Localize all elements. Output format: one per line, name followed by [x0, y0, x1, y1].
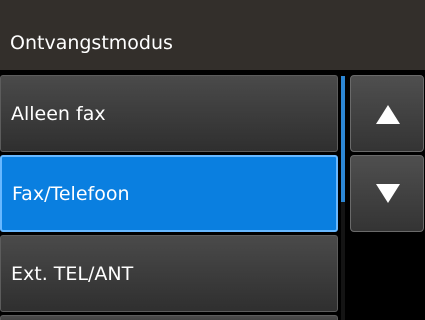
- scroll-up-button[interactable]: [350, 75, 424, 152]
- page-title: Ontvangstmodus: [10, 32, 173, 54]
- triangle-up-icon: [376, 105, 400, 124]
- header-bar: Ontvangstmodus: [0, 0, 425, 70]
- option-label: Alleen fax: [11, 102, 106, 125]
- option-label: Ext. TEL/ANT: [11, 262, 134, 285]
- scroll-down-button[interactable]: [350, 155, 424, 232]
- option-partial[interactable]: [0, 315, 338, 320]
- scrollbar-track[interactable]: [341, 76, 345, 320]
- triangle-down-icon: [376, 184, 400, 203]
- option-fax-telefoon[interactable]: Fax/Telefoon: [0, 155, 338, 232]
- lcd-screen: Ontvangstmodus Alleen fax Fax/Telefoon E…: [0, 0, 425, 320]
- option-label: Fax/Telefoon: [12, 182, 130, 205]
- option-ext-tel-ant[interactable]: Ext. TEL/ANT: [0, 235, 338, 312]
- scrollbar-thumb[interactable]: [341, 76, 345, 202]
- option-alleen-fax[interactable]: Alleen fax: [0, 75, 338, 152]
